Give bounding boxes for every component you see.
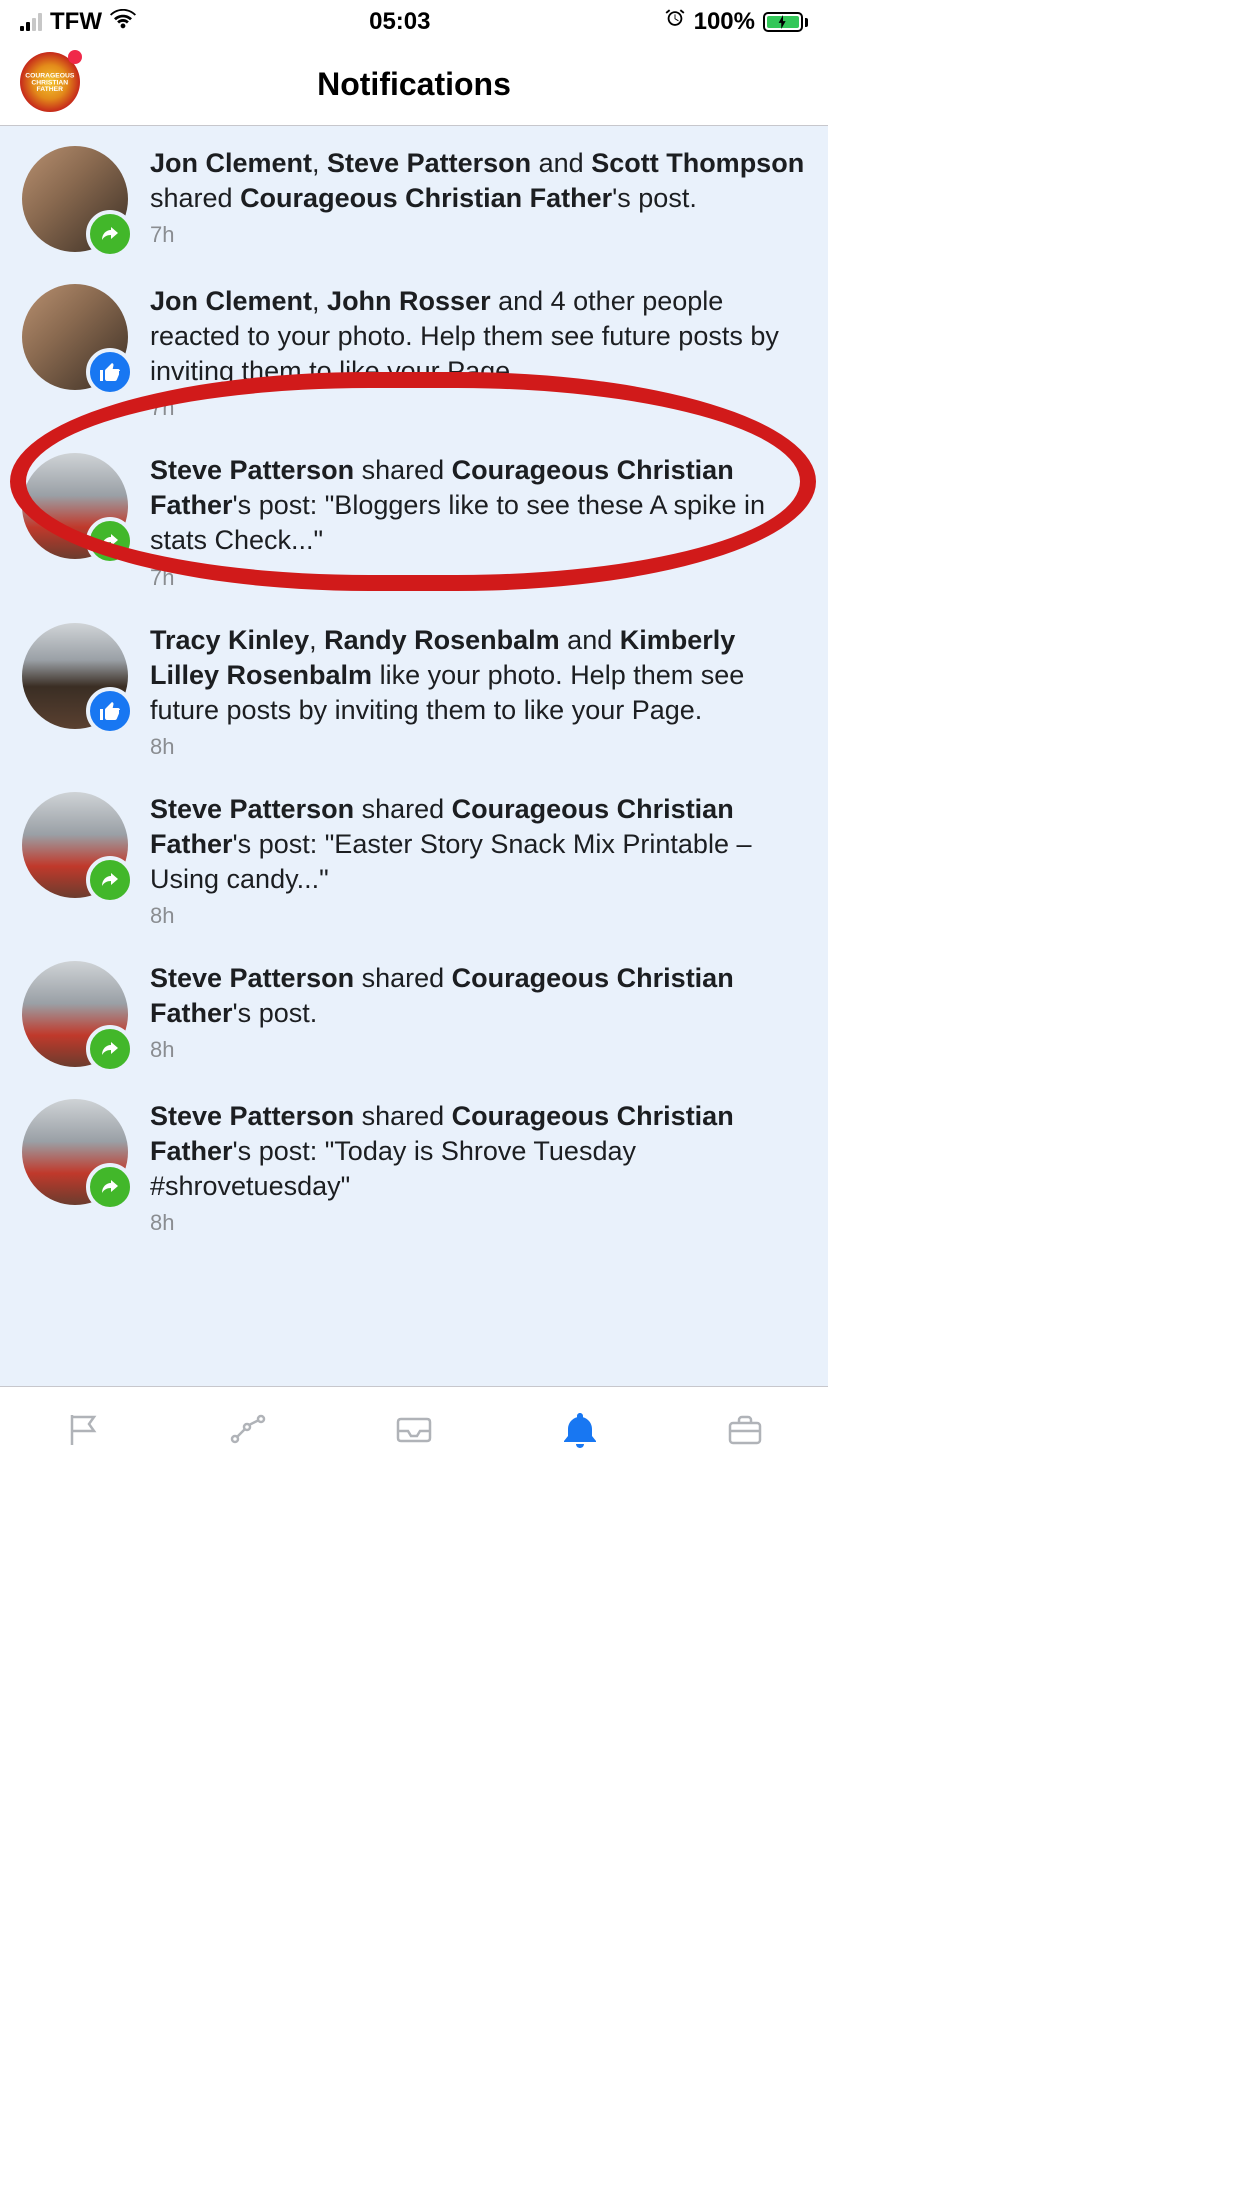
notification-item[interactable]: Steve Patterson shared Courageous Christ… — [0, 433, 828, 602]
notification-time: 7h — [150, 395, 806, 421]
notification-body: Jon Clement, John Rosser and 4 other peo… — [150, 284, 806, 421]
tab-insights[interactable] — [224, 1406, 272, 1454]
status-bar: TFW 05:03 100% — [0, 0, 828, 44]
notification-time: 8h — [150, 1037, 806, 1063]
like-badge-icon — [86, 687, 134, 735]
notification-dot-icon — [68, 50, 82, 64]
notification-item[interactable]: Steve Patterson shared Courageous Christ… — [0, 772, 828, 941]
notification-body: Steve Patterson shared Courageous Christ… — [150, 1099, 806, 1236]
status-left: TFW — [20, 8, 136, 36]
notification-item[interactable]: Jon Clement, Steve Patterson and Scott T… — [0, 126, 828, 264]
battery-icon — [763, 12, 808, 32]
like-badge-icon — [86, 348, 134, 396]
notification-avatar[interactable] — [22, 284, 128, 390]
tab-inbox[interactable] — [390, 1406, 438, 1454]
status-time: 05:03 — [369, 8, 430, 36]
notification-body: Steve Patterson shared Courageous Christ… — [150, 453, 806, 590]
notification-text: Steve Patterson shared Courageous Christ… — [150, 961, 806, 1031]
share-badge-icon — [86, 856, 134, 904]
share-badge-icon — [86, 210, 134, 258]
tab-notifications[interactable] — [556, 1406, 604, 1454]
notification-body: Tracy Kinley, Randy Rosenbalm and Kimber… — [150, 623, 806, 760]
notification-avatar[interactable] — [22, 453, 128, 559]
notification-text: Steve Patterson shared Courageous Christ… — [150, 453, 806, 558]
notification-item[interactable]: Jon Clement, John Rosser and 4 other peo… — [0, 264, 828, 433]
tab-tools[interactable] — [721, 1406, 769, 1454]
notification-time: 7h — [150, 565, 806, 591]
page-title: Notifications — [317, 66, 511, 103]
carrier-label: TFW — [50, 8, 102, 36]
alarm-icon — [664, 8, 686, 37]
notification-body: Jon Clement, Steve Patterson and Scott T… — [150, 146, 806, 248]
notification-text: Steve Patterson shared Courageous Christ… — [150, 792, 806, 897]
notification-list[interactable]: Jon Clement, Steve Patterson and Scott T… — [0, 126, 828, 1386]
signal-strength-icon — [20, 13, 42, 31]
page-avatar[interactable]: COURAGEOUS CHRISTIAN FATHER — [20, 52, 84, 116]
notification-text: Tracy Kinley, Randy Rosenbalm and Kimber… — [150, 623, 806, 728]
notification-item[interactable]: Tracy Kinley, Randy Rosenbalm and Kimber… — [0, 603, 828, 772]
notification-body: Steve Patterson shared Courageous Christ… — [150, 961, 806, 1063]
notification-avatar[interactable] — [22, 1099, 128, 1205]
status-right: 100% — [664, 8, 808, 37]
share-badge-icon — [86, 1163, 134, 1211]
notification-avatar[interactable] — [22, 961, 128, 1067]
header: COURAGEOUS CHRISTIAN FATHER Notification… — [0, 44, 828, 126]
notification-time: 8h — [150, 1210, 806, 1236]
share-badge-icon — [86, 517, 134, 565]
notification-time: 7h — [150, 222, 806, 248]
notification-item[interactable]: Steve Patterson shared Courageous Christ… — [0, 941, 828, 1079]
tab-bar — [0, 1386, 828, 1472]
notification-text: Steve Patterson shared Courageous Christ… — [150, 1099, 806, 1204]
notification-body: Steve Patterson shared Courageous Christ… — [150, 792, 806, 929]
notification-avatar[interactable] — [22, 792, 128, 898]
battery-percent: 100% — [694, 8, 755, 36]
share-badge-icon — [86, 1025, 134, 1073]
notification-item[interactable]: Steve Patterson shared Courageous Christ… — [0, 1079, 828, 1248]
wifi-icon — [110, 8, 136, 36]
notification-time: 8h — [150, 903, 806, 929]
notification-time: 8h — [150, 734, 806, 760]
tab-page[interactable] — [59, 1406, 107, 1454]
notification-avatar[interactable] — [22, 623, 128, 729]
notification-avatar[interactable] — [22, 146, 128, 252]
notification-text: Jon Clement, Steve Patterson and Scott T… — [150, 146, 806, 216]
notification-text: Jon Clement, John Rosser and 4 other peo… — [150, 284, 806, 389]
